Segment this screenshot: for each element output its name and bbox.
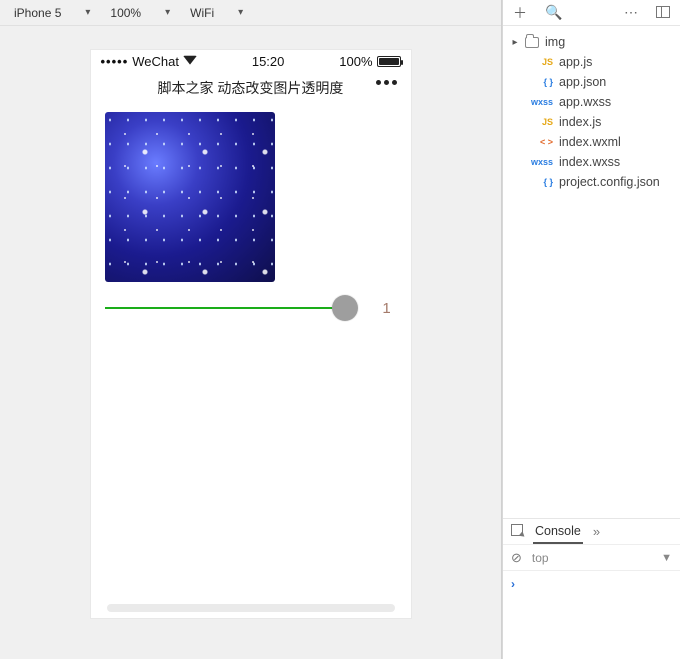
file-row[interactable]: < > index.wxml: [503, 132, 680, 152]
slider-track: [105, 307, 357, 309]
devtools-panel: Console » ⊘ top ▼ ›: [503, 518, 680, 659]
folder-label: img: [545, 35, 565, 49]
file-row[interactable]: JS app.js: [503, 52, 680, 72]
wxml-icon: < >: [529, 137, 553, 147]
chevron-down-icon: ▼: [661, 552, 672, 564]
nav-menu-button[interactable]: [376, 80, 397, 85]
file-row[interactable]: { } project.config.json: [503, 172, 680, 192]
zoom-select-value: 100%: [110, 6, 141, 20]
status-bar: ••••• WeChat 15:20 100%: [91, 50, 411, 72]
device-select[interactable]: iPhone 5 ▾: [4, 1, 100, 25]
file-label: app.js: [559, 55, 592, 69]
file-row[interactable]: JS index.js: [503, 112, 680, 132]
caret-right-icon: ▸: [511, 37, 519, 48]
file-label: index.js: [559, 115, 601, 129]
file-label: project.config.json: [559, 175, 660, 189]
console-prompt-icon: ›: [511, 577, 515, 591]
battery-percent: 100%: [339, 54, 372, 69]
slider-thumb[interactable]: [332, 295, 358, 321]
file-label: index.wxss: [559, 155, 620, 169]
wifi-icon: [183, 56, 197, 66]
folder-row[interactable]: ▸ img: [503, 32, 680, 52]
carrier-label: WeChat: [132, 54, 179, 69]
page-content: 1: [91, 104, 411, 618]
side-toolbar: ＋ 🔍 ⋯: [503, 0, 680, 26]
simulator-pane: iPhone 5 ▾ 100% ▾ WiFi ▾ ••••• WeChat: [0, 0, 502, 659]
opacity-slider-row: 1: [105, 298, 397, 318]
clear-icon[interactable]: ⊘: [511, 550, 522, 566]
more-tabs-icon[interactable]: »: [593, 524, 600, 539]
element-picker-icon[interactable]: [511, 524, 523, 539]
wxss-icon: wxss: [529, 157, 553, 167]
zoom-select[interactable]: 100% ▾: [100, 1, 180, 25]
console-body[interactable]: ›: [503, 571, 680, 659]
signal-icon: •••••: [101, 54, 129, 69]
file-row[interactable]: wxss app.wxss: [503, 92, 680, 112]
chevron-down-icon: ▾: [165, 7, 170, 18]
js-icon: JS: [529, 57, 553, 67]
device-frame: ••••• WeChat 15:20 100% 脚本之家 动态改变图片透明度: [91, 50, 411, 618]
side-panel: ＋ 🔍 ⋯ ▸ img JS app.js { } app.json wxss: [502, 0, 680, 659]
more-icon[interactable]: ⋯: [624, 4, 638, 21]
file-row[interactable]: { } app.json: [503, 72, 680, 92]
devtools-tabs: Console »: [503, 519, 680, 545]
chevron-down-icon: ▾: [238, 7, 243, 18]
file-label: index.wxml: [559, 135, 621, 149]
add-icon[interactable]: ＋: [513, 3, 527, 23]
file-tree: ▸ img JS app.js { } app.json wxss app.wx…: [503, 26, 680, 518]
clock-label: 15:20: [197, 54, 339, 69]
simulator-area: ••••• WeChat 15:20 100% 脚本之家 动态改变图片透明度: [0, 26, 501, 659]
chevron-down-icon: ▾: [85, 7, 90, 18]
network-select-value: WiFi: [190, 6, 214, 20]
nav-bar: 脚本之家 动态改变图片透明度: [91, 72, 411, 104]
panel-toggle-icon[interactable]: [656, 5, 670, 21]
device-toolbar: iPhone 5 ▾ 100% ▾ WiFi ▾: [0, 0, 501, 26]
js-icon: JS: [529, 117, 553, 127]
folder-icon: [525, 37, 539, 48]
console-context-row: ⊘ top ▼: [503, 545, 680, 571]
file-label: app.json: [559, 75, 606, 89]
tab-console[interactable]: Console: [533, 520, 583, 544]
search-icon[interactable]: 🔍: [545, 4, 562, 21]
context-select[interactable]: top: [532, 551, 651, 565]
opacity-slider[interactable]: [105, 298, 357, 318]
file-row[interactable]: wxss index.wxss: [503, 152, 680, 172]
horizontal-scrollbar[interactable]: [107, 604, 395, 612]
json-icon: { }: [529, 177, 553, 187]
json-icon: { }: [529, 77, 553, 87]
wxss-icon: wxss: [529, 97, 553, 107]
battery-icon: [377, 56, 401, 67]
preview-image: [105, 112, 275, 282]
device-select-value: iPhone 5: [14, 6, 61, 20]
page-title: 脚本之家 动态改变图片透明度: [158, 78, 344, 98]
file-label: app.wxss: [559, 95, 611, 109]
network-select[interactable]: WiFi ▾: [180, 1, 253, 25]
slider-value: 1: [377, 300, 397, 317]
